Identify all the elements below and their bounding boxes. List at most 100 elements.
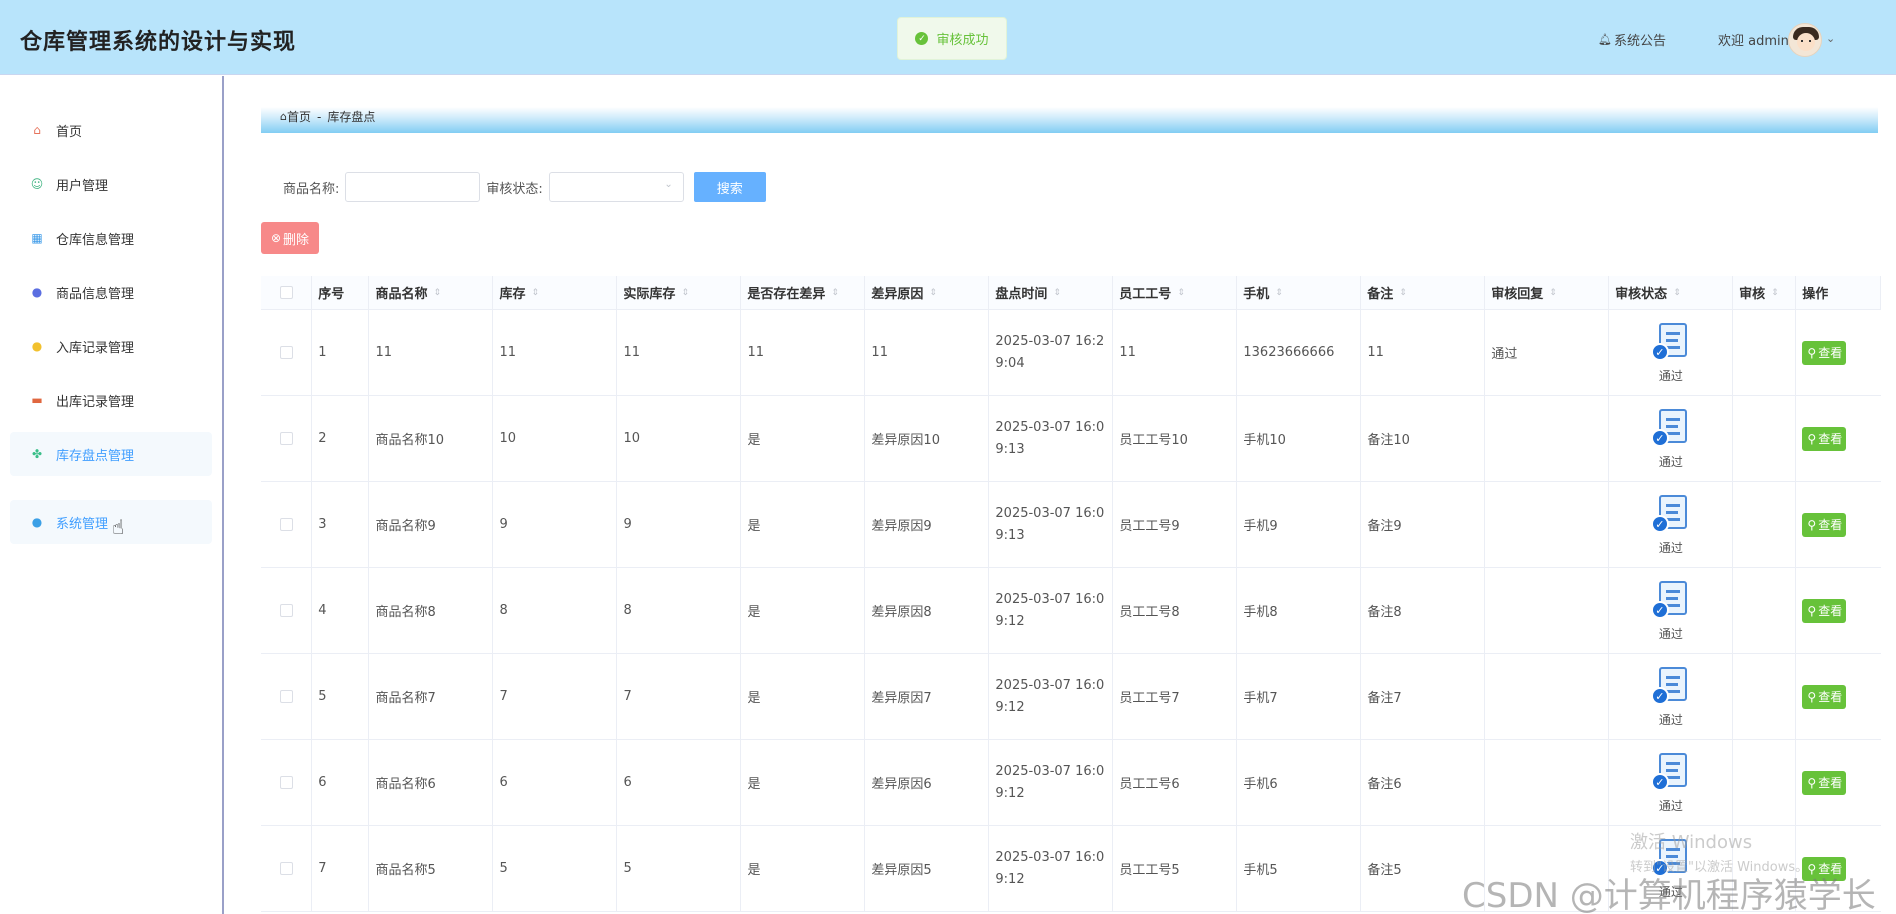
- cell-emp: 11: [1113, 310, 1238, 395]
- column-header[interactable]: 库存 ⇕: [493, 276, 618, 309]
- row-select-cell: [261, 654, 313, 739]
- sort-icon[interactable]: ⇕: [531, 288, 539, 298]
- select-all-cell: [261, 276, 313, 309]
- table-row: 3 商品名称9 9 9 是差异原因9 2025-03-07 16:09:13 员工工号9 手机…: [261, 482, 1881, 568]
- cell-stock: 11: [493, 310, 618, 395]
- row-checkbox[interactable]: [279, 690, 293, 703]
- review-status-select[interactable]: ⌄: [548, 172, 684, 202]
- cell-reason: 差异原因7: [865, 654, 990, 739]
- search-button[interactable]: 搜索: [693, 172, 766, 202]
- cell-time: 2025-03-07 16:09:13: [989, 482, 1114, 567]
- cell-phone: 手机10: [1237, 396, 1362, 481]
- view-button[interactable]: ⚲ 查看: [1802, 684, 1847, 709]
- column-header[interactable]: 操作: [1796, 276, 1881, 309]
- row-checkbox[interactable]: [279, 346, 293, 359]
- cell-name: 商品名称5: [369, 826, 494, 911]
- cell-actual: 6: [617, 740, 742, 825]
- cell-review: [1733, 310, 1797, 395]
- column-header[interactable]: 是否存在差异 ⇕: [741, 276, 866, 309]
- row-checkbox[interactable]: [279, 604, 293, 617]
- breadcrumb-home[interactable]: 首页: [287, 108, 311, 125]
- cell-review-status: ✓ 通过: [1609, 568, 1734, 653]
- row-select-cell: [261, 568, 313, 653]
- column-header[interactable]: 员工工号 ⇕: [1113, 276, 1238, 309]
- row-checkbox[interactable]: [279, 862, 293, 875]
- chevron-down-icon[interactable]: ⌄: [1826, 32, 1835, 45]
- sidebar-item-inbound[interactable]: ● 入库记录管理: [10, 324, 212, 368]
- cell-time: 2025-03-07 16:09:12: [989, 654, 1114, 739]
- cell-time: 2025-03-07 16:09:13: [989, 396, 1114, 481]
- view-button[interactable]: ⚲ 查看: [1802, 426, 1847, 451]
- sort-icon[interactable]: ⇕: [1275, 288, 1283, 298]
- sort-icon[interactable]: ⇕: [434, 288, 442, 298]
- sort-icon[interactable]: ⇕: [929, 288, 937, 298]
- view-button[interactable]: ⚲ 查看: [1802, 340, 1847, 365]
- column-header[interactable]: 差异原因 ⇕: [865, 276, 990, 309]
- sidebar-item-outbound[interactable]: ▬ 出库记录管理: [10, 378, 212, 422]
- cell-reply: 通过: [1485, 310, 1610, 395]
- column-header[interactable]: 商品名称 ⇕: [369, 276, 494, 309]
- cell-actions: ⚲ 查看: [1796, 740, 1881, 825]
- cell-actual: 5: [617, 826, 742, 911]
- column-header[interactable]: 序号: [312, 276, 370, 309]
- cell-phone: 手机7: [1237, 654, 1362, 739]
- column-header[interactable]: 实际库存 ⇕: [617, 276, 742, 309]
- cell-time: 2025-03-07 16:09:12: [989, 568, 1114, 653]
- cell-stock: 9: [493, 482, 618, 567]
- product-name-input[interactable]: [345, 172, 481, 202]
- column-header[interactable]: 备注 ⇕: [1361, 276, 1486, 309]
- cell-time: 2025-03-07 16:09:12: [989, 740, 1114, 825]
- column-header[interactable]: 审核状态 ⇕: [1609, 276, 1734, 309]
- cell-diff: 是: [741, 654, 866, 739]
- sidebar-item-inventory[interactable]: ✤ 库存盘点管理: [10, 432, 212, 476]
- view-button[interactable]: ⚲ 查看: [1802, 770, 1847, 795]
- sort-icon[interactable]: ⇕: [1673, 288, 1681, 298]
- avatar[interactable]: [1788, 23, 1822, 57]
- delete-label: 删除: [283, 232, 310, 248]
- row-checkbox[interactable]: [279, 518, 293, 531]
- sidebar-item-goods[interactable]: ● 商品信息管理: [10, 270, 212, 314]
- sidebar-item-system[interactable]: ● 系统管理: [10, 500, 212, 544]
- notice-link[interactable]: 🔔︎ 系统公告: [1598, 30, 1666, 49]
- sort-icon[interactable]: ⇕: [681, 288, 689, 298]
- sort-icon[interactable]: ⇕: [1399, 288, 1407, 298]
- approved-document-icon: ✓: [1650, 751, 1692, 793]
- view-button[interactable]: ⚲ 查看: [1802, 598, 1847, 623]
- status-text: 通过: [1658, 455, 1683, 469]
- sidebar-item-home[interactable]: ⌂ 首页: [10, 108, 212, 152]
- cell-actions: ⚲ 查看: [1796, 568, 1881, 653]
- view-label: 查看: [1818, 518, 1843, 532]
- column-header[interactable]: 手机 ⇕: [1237, 276, 1362, 309]
- delete-button[interactable]: ⊗ 删除: [261, 222, 319, 254]
- cell-time: 2025-03-07 16:29:04: [989, 310, 1114, 395]
- sort-icon[interactable]: ⇕: [831, 288, 839, 298]
- cell-name: 商品名称6: [369, 740, 494, 825]
- select-all-checkbox[interactable]: [279, 286, 293, 299]
- sidebar-item-users[interactable]: ☺ 用户管理: [10, 162, 212, 206]
- csdn-watermark: CSDN @计算机程序猿学长: [1462, 876, 1876, 914]
- row-select-cell: [261, 826, 313, 911]
- sidebar-item-warehouse[interactable]: ▦ 仓库信息管理: [10, 216, 212, 260]
- column-header[interactable]: 盘点时间 ⇕: [989, 276, 1114, 309]
- column-header-label: 手机: [1243, 287, 1270, 302]
- row-checkbox[interactable]: [279, 432, 293, 445]
- sort-icon[interactable]: ⇕: [1549, 288, 1557, 298]
- cell-no: 1: [312, 310, 370, 395]
- sort-icon[interactable]: ⇕: [1771, 288, 1779, 298]
- cell-no: 7: [312, 826, 370, 911]
- sort-icon[interactable]: ⇕: [1177, 288, 1185, 298]
- breadcrumb: ⌂ 首页 - 库存盘点: [280, 108, 375, 125]
- search-icon: ⚲: [1807, 603, 1817, 618]
- column-header[interactable]: 审核 ⇕: [1733, 276, 1797, 309]
- cell-stock: 10: [493, 396, 618, 481]
- row-checkbox[interactable]: [279, 776, 293, 789]
- column-header[interactable]: 审核回复 ⇕: [1485, 276, 1610, 309]
- view-label: 查看: [1818, 604, 1843, 618]
- cell-review: [1733, 568, 1797, 653]
- view-button[interactable]: ⚲ 查看: [1802, 512, 1847, 537]
- close-circle-icon: ⊗: [270, 231, 282, 245]
- cell-remark: 备注6: [1361, 740, 1486, 825]
- sort-icon[interactable]: ⇕: [1053, 288, 1061, 298]
- cell-stock: 8: [493, 568, 618, 653]
- cell-emp: 员工工号9: [1113, 482, 1238, 567]
